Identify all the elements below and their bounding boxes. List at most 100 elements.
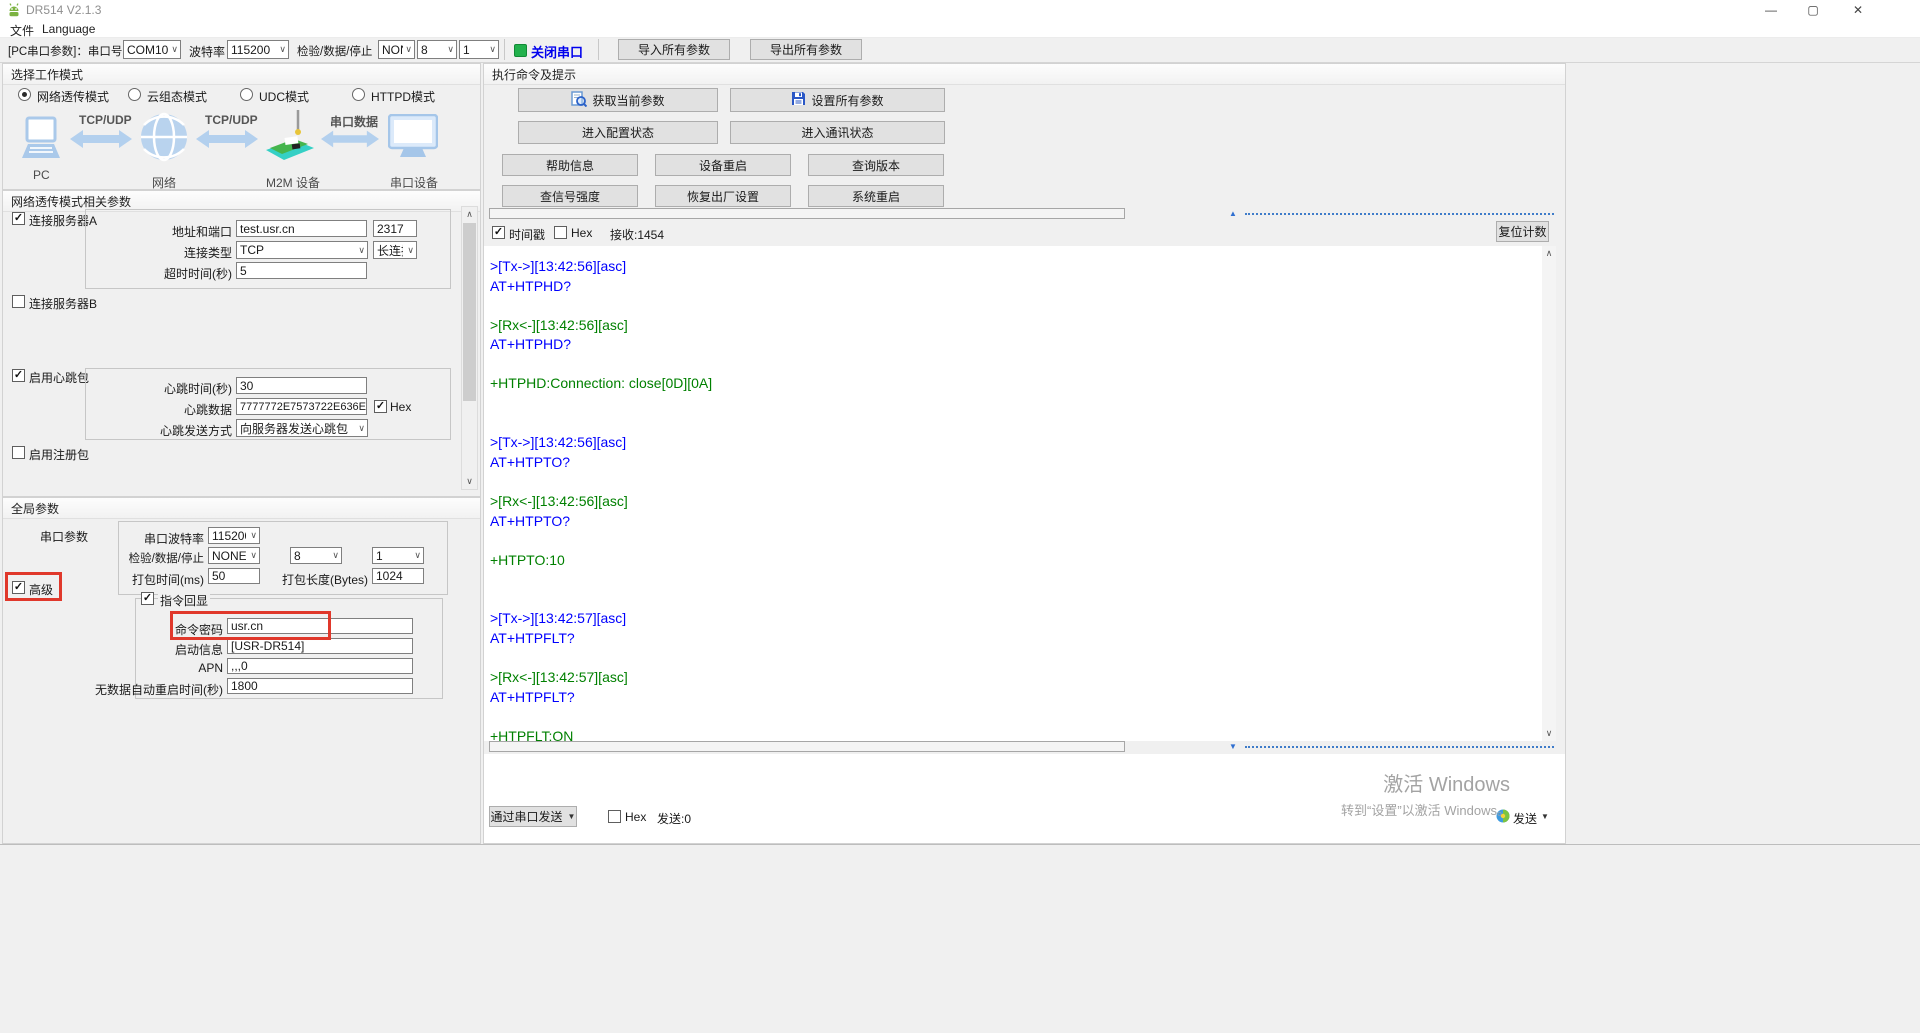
query-version-button[interactable]: 查询版本	[808, 154, 944, 176]
splitter-thumb[interactable]	[489, 741, 1125, 752]
factory-reset-button[interactable]: 恢复出厂设置	[655, 185, 791, 207]
send-hex-checkbox[interactable]	[608, 810, 621, 823]
export-all-params-button[interactable]: 导出所有参数	[750, 39, 862, 60]
register-checkbox[interactable]	[12, 446, 25, 459]
button-label: 通过串口发送	[491, 808, 563, 825]
stopbits-select[interactable]: 1 ∨	[459, 40, 499, 59]
server-b-label: 连接服务器B	[29, 295, 97, 312]
button-label: 进入配置状态	[582, 124, 654, 141]
get-current-params-button[interactable]: 获取当前参数	[518, 88, 718, 112]
hb-time-input[interactable]: 30	[236, 377, 367, 394]
hb-data-label: 心跳数据	[150, 401, 232, 418]
log-hex-checkbox[interactable]	[554, 226, 567, 239]
advanced-checkbox[interactable]	[12, 581, 25, 594]
idle-restart-label: 无数据自动重启时间(秒)	[85, 681, 223, 698]
radio-transparent-mode[interactable]	[18, 88, 31, 101]
log-line	[484, 395, 1542, 415]
button-label: 设置所有参数	[811, 92, 883, 109]
log-line: >[Rx<-][13:42:56][asc]	[484, 317, 1542, 337]
send-button[interactable]: 发送	[1513, 810, 1537, 827]
apn-input[interactable]: ,,,0	[227, 658, 413, 674]
system-restart-button[interactable]: 系统重启	[808, 185, 944, 207]
scrollbar-thumb[interactable]	[463, 223, 476, 401]
global-baud-value: 115200	[212, 529, 246, 543]
minimize-button[interactable]: —	[1750, 0, 1792, 20]
send-via-serial-button[interactable]: 通过串口发送 ▼	[489, 806, 577, 827]
heartbeat-checkbox[interactable]	[12, 369, 25, 382]
params-scrollbar[interactable]: ∧ ∨	[461, 206, 478, 490]
close-button[interactable]: ✕	[1834, 0, 1882, 20]
timeout-value: 5	[240, 264, 247, 278]
global-stopbits-select[interactable]: 1 ∨	[372, 547, 424, 564]
reset-count-button[interactable]: 复位计数	[1496, 221, 1549, 242]
scroll-up-icon[interactable]: ∧	[462, 207, 477, 222]
radio-cloud-mode[interactable]	[128, 88, 141, 101]
splitter-arrow-icon[interactable]: ▲	[1229, 209, 1237, 218]
server-a-address-input[interactable]: test.usr.cn	[236, 220, 367, 237]
server-a-checkbox[interactable]	[12, 212, 25, 225]
radio-udc-mode[interactable]	[240, 88, 253, 101]
device-restart-button[interactable]: 设备重启	[655, 154, 791, 176]
conn-mode-select[interactable]: 长连接 ∨	[373, 241, 417, 259]
log-line: +HTPFLT:ON	[484, 728, 1542, 741]
enter-comm-state-button[interactable]: 进入通讯状态	[730, 121, 945, 144]
parity-value: NONE	[382, 43, 403, 57]
log-line: >[Tx->][13:42:57][asc]	[484, 610, 1542, 630]
chevron-down-icon[interactable]: ▼	[1541, 812, 1549, 821]
radio-httpd-mode[interactable]	[352, 88, 365, 101]
chevron-down-icon: ∨	[277, 44, 288, 55]
menu-language[interactable]: Language	[38, 21, 99, 37]
baud-select[interactable]: 115200 ∨	[227, 40, 289, 59]
databits-select[interactable]: 8 ∨	[417, 40, 457, 59]
com-port-select[interactable]: COM10 ∨	[123, 40, 181, 59]
echo-checkbox[interactable]	[141, 592, 154, 605]
set-all-params-button[interactable]: 设置所有参数	[730, 88, 945, 112]
import-all-params-button[interactable]: 导入所有参数	[618, 39, 730, 60]
query-signal-button[interactable]: 查信号强度	[502, 185, 638, 207]
global-parity-select[interactable]: NONE ∨	[208, 547, 260, 564]
cmd-password-label: 命令密码	[140, 621, 223, 638]
pack-len-input[interactable]: 1024	[372, 568, 424, 584]
hb-time-value: 30	[240, 379, 253, 393]
idle-restart-input[interactable]: 1800	[227, 678, 413, 694]
server-a-port-input[interactable]: 2317	[373, 220, 417, 237]
boot-info-input[interactable]: [USR-DR514]	[227, 638, 413, 654]
chevron-down-icon: ∨	[403, 44, 414, 55]
enter-config-state-button[interactable]: 进入配置状态	[518, 121, 718, 144]
log-scrollbar[interactable]: ∧ ∨	[1542, 246, 1556, 741]
global-baud-select[interactable]: 115200 ∨	[208, 527, 260, 544]
hb-hex-checkbox[interactable]	[374, 400, 387, 413]
maximize-button[interactable]: ▢	[1792, 0, 1834, 20]
network-label: 网络	[152, 174, 176, 191]
cmd-password-input[interactable]: usr.cn	[227, 618, 413, 634]
pack-time-input[interactable]: 50	[208, 568, 260, 584]
scroll-down-icon[interactable]: ∨	[1542, 726, 1556, 741]
splitter-thumb[interactable]	[489, 208, 1125, 219]
timestamp-checkbox[interactable]	[492, 226, 505, 239]
button-label: 查询版本	[852, 157, 900, 174]
log-top-splitter[interactable]: ▲	[489, 208, 1556, 221]
scroll-up-icon[interactable]: ∧	[1542, 246, 1556, 261]
chevron-down-icon: ∨	[169, 44, 180, 55]
help-info-button[interactable]: 帮助信息	[502, 154, 638, 176]
chevron-down-icon: ∨	[248, 550, 259, 561]
global-baud-label: 串口波特率	[120, 530, 204, 547]
hb-mode-select[interactable]: 向服务器发送心跳包 ∨	[236, 419, 368, 437]
timeout-input[interactable]: 5	[236, 262, 367, 279]
stopbits-value: 1	[463, 43, 487, 57]
global-databits-select[interactable]: 8 ∨	[290, 547, 342, 564]
send-hex-label: Hex	[625, 810, 646, 824]
splitter-arrow-icon[interactable]: ▼	[1229, 742, 1237, 751]
chevron-down-icon: ∨	[330, 550, 341, 561]
parity-select[interactable]: NONE ∨	[378, 40, 415, 59]
log-bottom-splitter[interactable]: ▼	[489, 741, 1556, 754]
conn-mode-value: 长连接	[377, 242, 403, 259]
hb-data-input[interactable]: 7777772E7573722E636E	[236, 398, 367, 415]
log-area[interactable]: >[Tx->][13:42:56][asc]AT+HTPHD? >[Rx<-][…	[484, 246, 1542, 741]
scroll-down-icon[interactable]: ∨	[462, 474, 477, 489]
server-b-checkbox[interactable]	[12, 295, 25, 308]
conn-type-select[interactable]: TCP ∨	[236, 241, 368, 259]
log-line	[484, 532, 1542, 552]
log-line: AT+HTPFLT?	[484, 630, 1542, 650]
close-serial-button[interactable]: 关闭串口	[531, 42, 583, 61]
